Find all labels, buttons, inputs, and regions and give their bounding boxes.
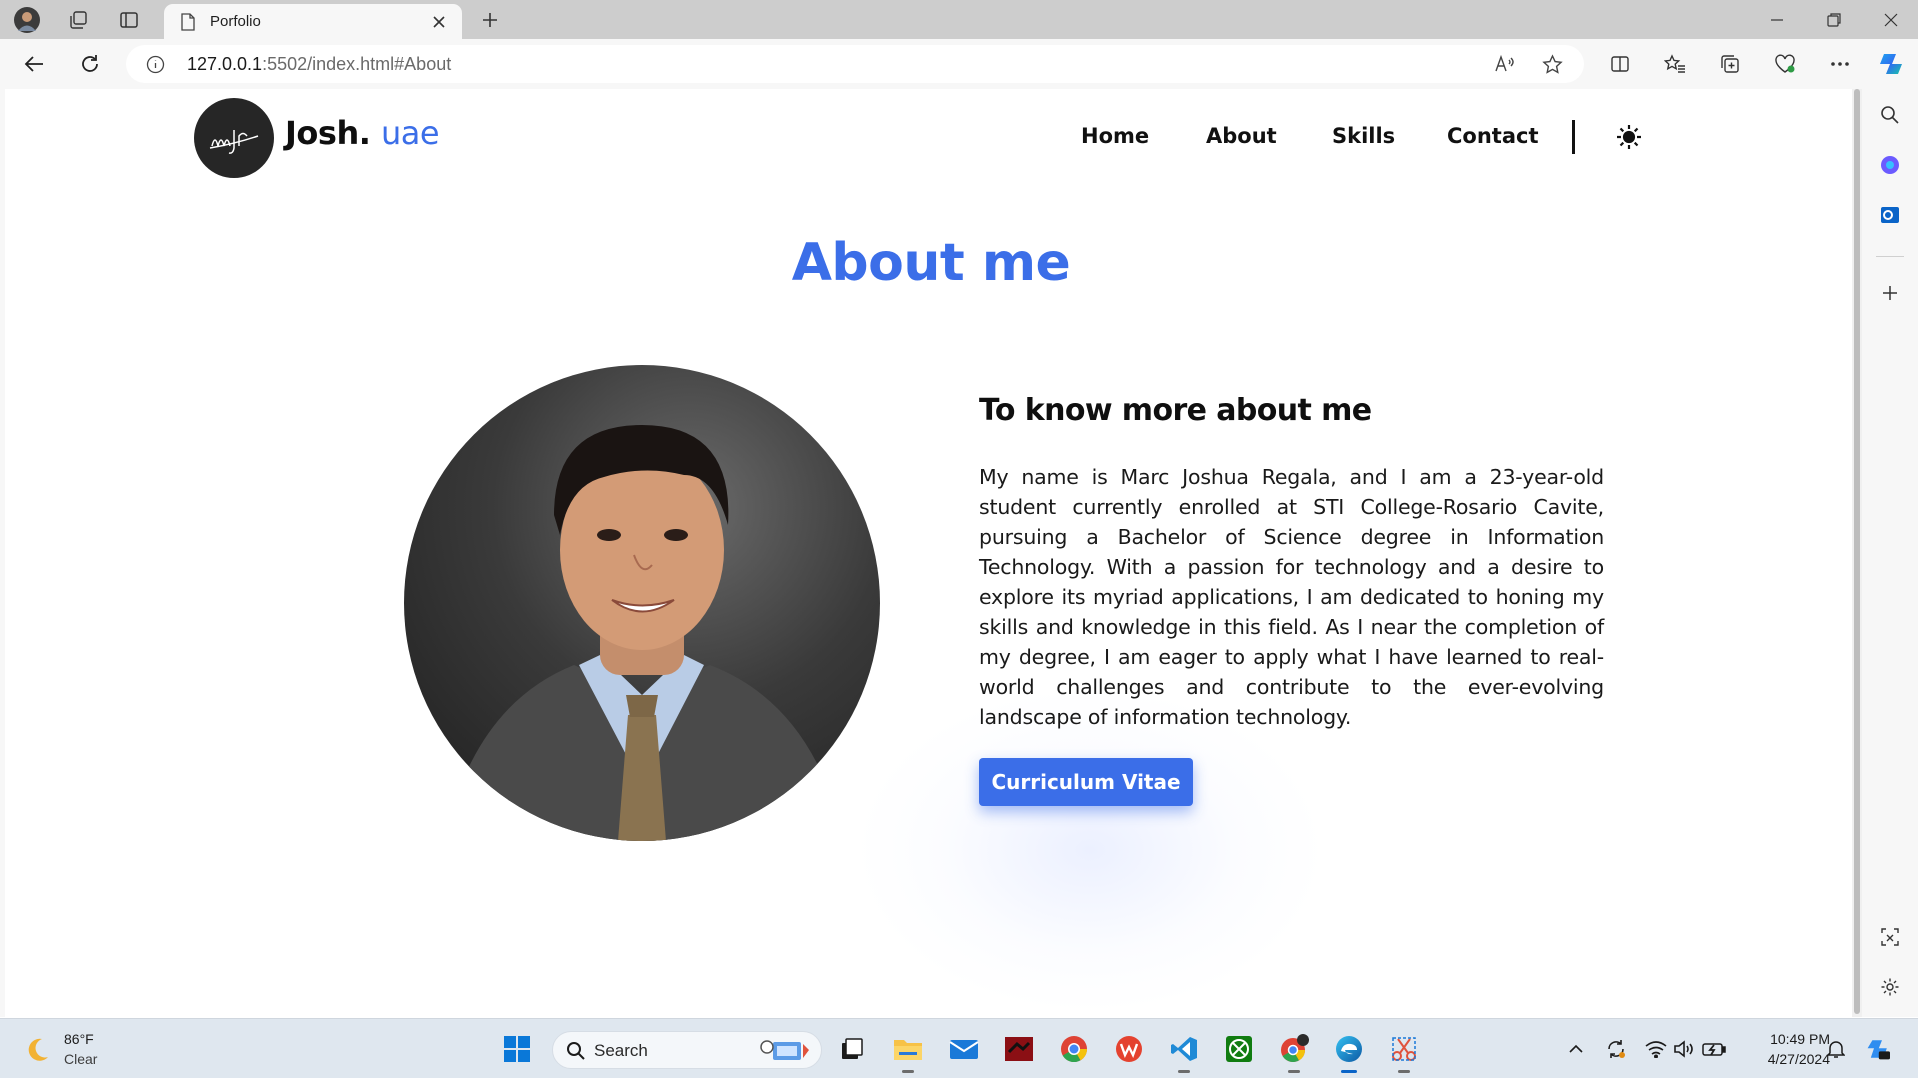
site-logo[interactable] <box>194 98 274 178</box>
app-red-icon[interactable] <box>1001 1031 1037 1067</box>
add-icon[interactable] <box>1872 275 1908 311</box>
settings-icon[interactable] <box>1872 969 1908 1005</box>
running-indicator <box>1288 1070 1300 1073</box>
notification-icon[interactable] <box>1824 1037 1848 1061</box>
collections-icon[interactable] <box>1712 46 1748 82</box>
browser-essentials-icon[interactable] <box>1767 46 1803 82</box>
outlook-icon[interactable] <box>1872 197 1908 233</box>
tab-actions-icon[interactable] <box>111 4 147 36</box>
screenshot-icon[interactable] <box>1872 919 1908 955</box>
clock-time[interactable]: 10:49 PM <box>1750 1031 1830 1047</box>
file-explorer-icon[interactable] <box>890 1031 926 1073</box>
nav-about[interactable]: About <box>1206 124 1277 148</box>
snipping-icon[interactable] <box>1386 1031 1422 1073</box>
close-icon[interactable] <box>432 14 446 33</box>
xbox-icon[interactable] <box>1221 1031 1257 1067</box>
read-aloud-icon[interactable] <box>1494 54 1516 78</box>
chrome-profile-icon[interactable] <box>1276 1031 1312 1073</box>
chevron-up-icon[interactable] <box>1564 1037 1588 1061</box>
running-indicator <box>1398 1070 1410 1073</box>
copilot-icon[interactable] <box>1874 46 1910 82</box>
workspaces-icon[interactable] <box>60 4 96 36</box>
volume-icon[interactable] <box>1672 1037 1696 1061</box>
copilot-tray-icon[interactable] <box>1866 1037 1890 1061</box>
tab-portfolio[interactable]: Porfolio <box>164 4 462 40</box>
scrollbar-thumb[interactable] <box>1854 89 1860 1014</box>
browser-titlebar: Porfolio <box>0 0 1918 40</box>
site-info-icon[interactable] <box>146 55 165 78</box>
weather-condition[interactable]: Clear <box>64 1051 97 1067</box>
browser-toolbar: 127.0.0.1:5502/index.html#About <box>0 39 1918 89</box>
taskbar-search[interactable]: Search <box>552 1031 822 1069</box>
battery-icon[interactable] <box>1702 1037 1726 1061</box>
sun-icon[interactable] <box>1614 122 1644 152</box>
back-icon[interactable] <box>16 46 52 82</box>
page-scrollbar[interactable] <box>1852 89 1862 1017</box>
profile-avatar[interactable] <box>9 4 45 36</box>
sync-icon[interactable] <box>1604 1037 1628 1061</box>
search-highlight-icon <box>759 1038 815 1068</box>
split-screen-icon[interactable] <box>1602 46 1638 82</box>
restore-icon[interactable] <box>1805 0 1863 39</box>
favorites-icon[interactable] <box>1657 46 1693 82</box>
copilot-app-icon[interactable] <box>1872 147 1908 183</box>
curriculum-vitae-button[interactable]: Curriculum Vitae <box>979 758 1193 806</box>
task-view-icon[interactable] <box>834 1031 870 1067</box>
search-icon[interactable] <box>1872 97 1908 133</box>
new-tab-icon[interactable] <box>472 4 508 36</box>
clock-date[interactable]: 4/27/2024 <box>1740 1051 1830 1067</box>
section-title: About me <box>791 233 1071 293</box>
address-bar[interactable]: 127.0.0.1:5502/index.html#About <box>126 45 1584 83</box>
brand-name[interactable]: Josh. uae <box>285 114 440 152</box>
edge-icon[interactable] <box>1331 1031 1367 1073</box>
minimize-icon[interactable] <box>1748 0 1806 39</box>
decorative-glow <box>860 690 1320 1010</box>
chrome-icon[interactable] <box>1056 1031 1092 1067</box>
search-glass-icon <box>566 1041 586 1065</box>
window-close-icon[interactable] <box>1862 0 1918 39</box>
nav-contact[interactable]: Contact <box>1447 124 1539 148</box>
active-indicator <box>1341 1070 1357 1073</box>
running-indicator <box>902 1070 914 1073</box>
windows-taskbar: 86°F Clear Search 10:49 PM 4/27/2024 <box>0 1018 1918 1078</box>
wifi-icon[interactable] <box>1644 1037 1668 1061</box>
tab-title: Porfolio <box>210 13 261 30</box>
weather-temperature[interactable]: 86°F <box>64 1031 94 1047</box>
start-icon[interactable] <box>499 1031 535 1067</box>
about-subtitle: To know more about me <box>979 393 1372 428</box>
page-icon <box>180 13 196 35</box>
browser-sidebar <box>1862 89 1918 1017</box>
nav-divider <box>1572 120 1575 154</box>
refresh-icon[interactable] <box>72 46 108 82</box>
mail-icon[interactable] <box>946 1031 982 1067</box>
taskbar-search-label: Search <box>594 1041 648 1060</box>
nav-home[interactable]: Home <box>1081 124 1149 148</box>
vscode-icon[interactable] <box>1166 1031 1202 1073</box>
more-icon[interactable] <box>1822 46 1858 82</box>
wps-icon[interactable] <box>1111 1031 1147 1067</box>
profile-photo <box>404 365 880 841</box>
url-text[interactable]: 127.0.0.1:5502/index.html#About <box>187 54 451 75</box>
running-indicator <box>1178 1070 1190 1073</box>
nav-skills[interactable]: Skills <box>1332 124 1395 148</box>
moon-icon[interactable] <box>24 1035 52 1067</box>
favorite-star-icon[interactable] <box>1542 54 1563 79</box>
logo-signature-icon <box>209 130 259 154</box>
about-bio: My name is Marc Joshua Regala, and I am … <box>979 465 1604 729</box>
sidebar-divider <box>1876 256 1904 257</box>
